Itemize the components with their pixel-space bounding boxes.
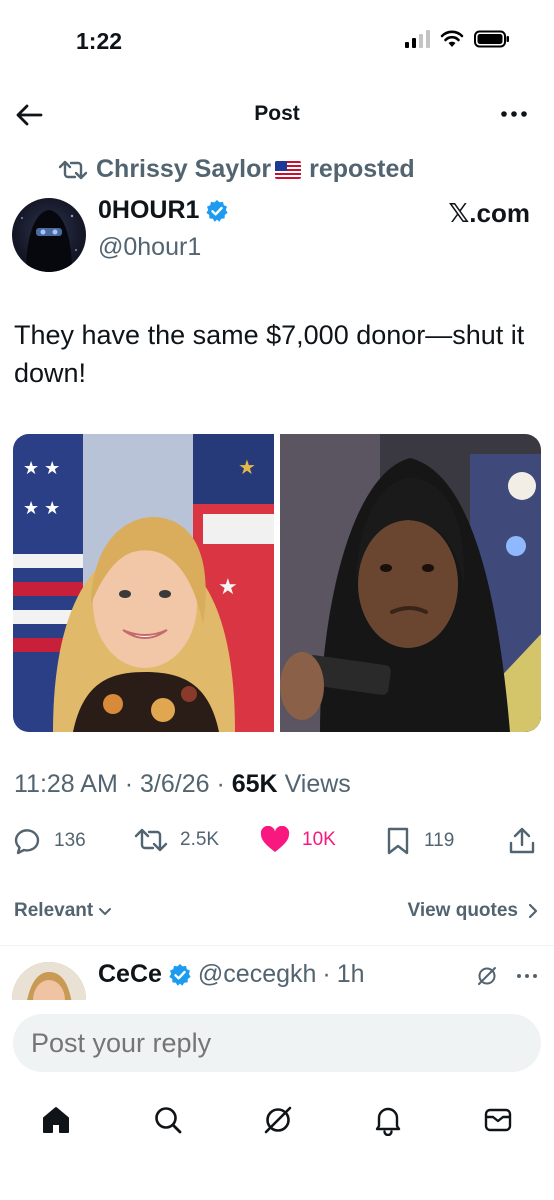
svg-text:★ ★: ★ ★	[23, 458, 60, 478]
bottom-tab-bar	[0, 1090, 554, 1200]
bookmark-button[interactable]: 119	[384, 826, 454, 856]
reply-time: 1h	[336, 960, 365, 988]
reply-icon	[14, 829, 40, 855]
more-icon	[501, 111, 527, 117]
chevron-right-icon	[528, 903, 538, 919]
reposter-name: Chrissy Saylor	[96, 155, 272, 183]
hooded-figure-avatar-image	[21, 210, 77, 272]
repost-indicator[interactable]: Chrissy Saylor reposted	[58, 155, 415, 184]
repost-button[interactable]: 2.5K	[134, 826, 219, 854]
reposted-label: reposted	[309, 155, 415, 183]
more-options-button[interactable]	[500, 102, 528, 131]
us-flag-icon	[275, 160, 302, 179]
views-count: 65K	[231, 770, 278, 798]
repost-icon	[58, 160, 88, 179]
reply-header[interactable]: CeCe @cecegkh · 1h	[98, 960, 365, 989]
repost-count: 2.5K	[180, 829, 220, 850]
tab-notifications[interactable]	[368, 1100, 408, 1140]
media-photo-left[interactable]: ★ ★ ★ ★ ★ ★	[13, 434, 274, 732]
tab-home[interactable]	[36, 1100, 76, 1140]
reply-composer	[0, 1000, 554, 1090]
tweet-date: 3/6/26	[140, 770, 210, 798]
search-icon	[155, 1107, 182, 1134]
reply-author-handle: @cecegkh	[197, 960, 317, 988]
sort-relevant-dropdown[interactable]: Relevant	[14, 900, 113, 922]
tab-grok[interactable]	[258, 1100, 298, 1140]
tab-messages[interactable]	[478, 1100, 518, 1140]
tweet-media: ★ ★ ★ ★ ★ ★	[13, 434, 541, 732]
chevron-down-icon	[99, 908, 112, 915]
view-quotes-link[interactable]: View quotes	[407, 900, 540, 922]
author-handle[interactable]: @0hour1	[98, 233, 201, 262]
verified-badge-icon	[206, 199, 229, 222]
cellular-signal-icon	[405, 30, 430, 48]
grok-icon	[264, 1106, 292, 1134]
grok-icon[interactable]	[476, 965, 498, 987]
verified-badge-icon	[169, 963, 191, 986]
reply-tools	[476, 965, 538, 987]
home-icon	[43, 1107, 69, 1133]
reply-author-name: CeCe	[98, 960, 162, 988]
author-name: 0HOUR1	[98, 196, 200, 224]
media-photo-right[interactable]	[280, 434, 541, 732]
reply-input[interactable]	[13, 1014, 541, 1072]
author-avatar[interactable]	[12, 198, 86, 272]
svg-text:★: ★	[218, 574, 238, 599]
share-button[interactable]	[508, 826, 536, 856]
heart-filled-icon	[260, 826, 290, 852]
wifi-icon	[440, 30, 464, 47]
tweet-meta: 11:28 AM · 3/6/26 · 65K Views	[14, 770, 351, 798]
view-quotes-label: View quotes	[407, 900, 518, 921]
tweet-text: They have the same $7,000 donor—shut it …	[14, 320, 525, 388]
replies-sort-row: Relevant View quotes	[14, 900, 540, 926]
bookmark-count: 119	[424, 830, 455, 851]
more-icon[interactable]	[516, 972, 538, 980]
status-bar: 1:22	[0, 0, 554, 80]
messages-mail-icon	[484, 1108, 512, 1132]
like-count: 10K	[302, 829, 336, 850]
author-name-row[interactable]: 0HOUR1	[98, 196, 229, 225]
bookmark-icon	[387, 827, 409, 855]
source-label: 𝕏.com	[448, 198, 530, 228]
svg-text:★: ★	[238, 457, 256, 479]
portrait-photo-woman-hijab	[280, 434, 541, 732]
share-icon	[509, 827, 535, 854]
post-header: Post	[0, 90, 554, 140]
reply-count: 136	[54, 830, 86, 851]
like-button[interactable]: 10K	[260, 826, 336, 854]
repost-icon	[134, 828, 168, 852]
svg-text:★ ★: ★ ★	[23, 498, 60, 518]
tweet-time: 11:28 AM	[14, 770, 118, 798]
status-time: 1:22	[76, 28, 123, 54]
page-title: Post	[254, 102, 300, 125]
reply-button[interactable]: 136	[12, 826, 86, 856]
divider	[0, 945, 554, 946]
notifications-bell-icon	[375, 1107, 401, 1136]
tweet-actions: 136 2.5K 10K 119	[12, 826, 542, 866]
status-icons	[405, 30, 510, 48]
views-label: Views	[284, 770, 351, 798]
portrait-photo-woman-flags: ★ ★ ★ ★ ★ ★	[13, 434, 274, 732]
sort-relevant-label: Relevant	[14, 900, 94, 921]
separator-dot: ·	[322, 960, 331, 988]
tab-search[interactable]	[148, 1100, 188, 1140]
battery-icon	[474, 30, 509, 48]
